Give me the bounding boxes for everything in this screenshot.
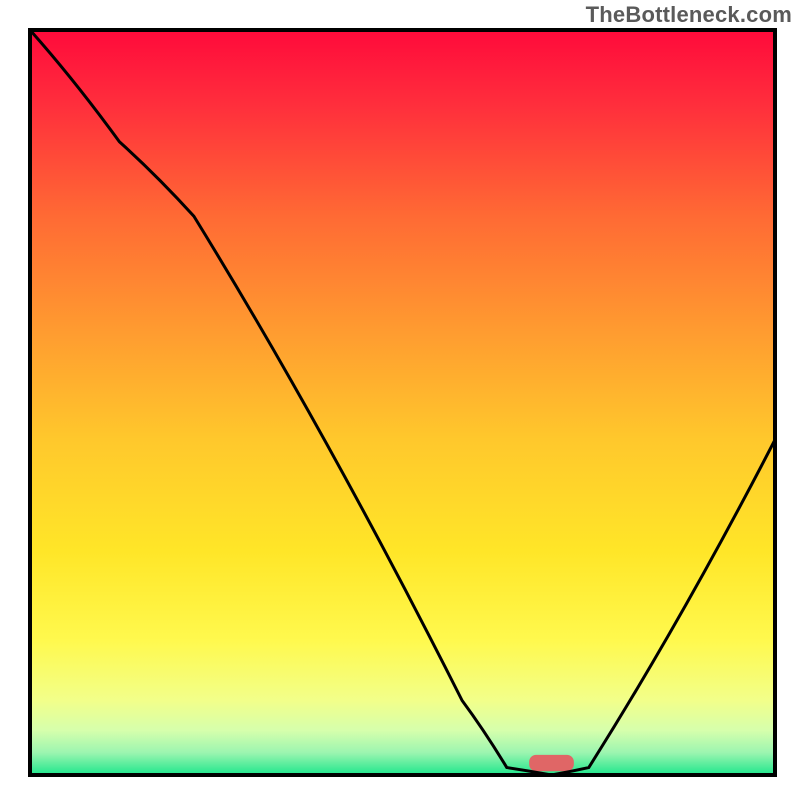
optimum-marker (529, 755, 574, 771)
bottleneck-chart (0, 0, 800, 800)
gradient-background (30, 30, 775, 775)
